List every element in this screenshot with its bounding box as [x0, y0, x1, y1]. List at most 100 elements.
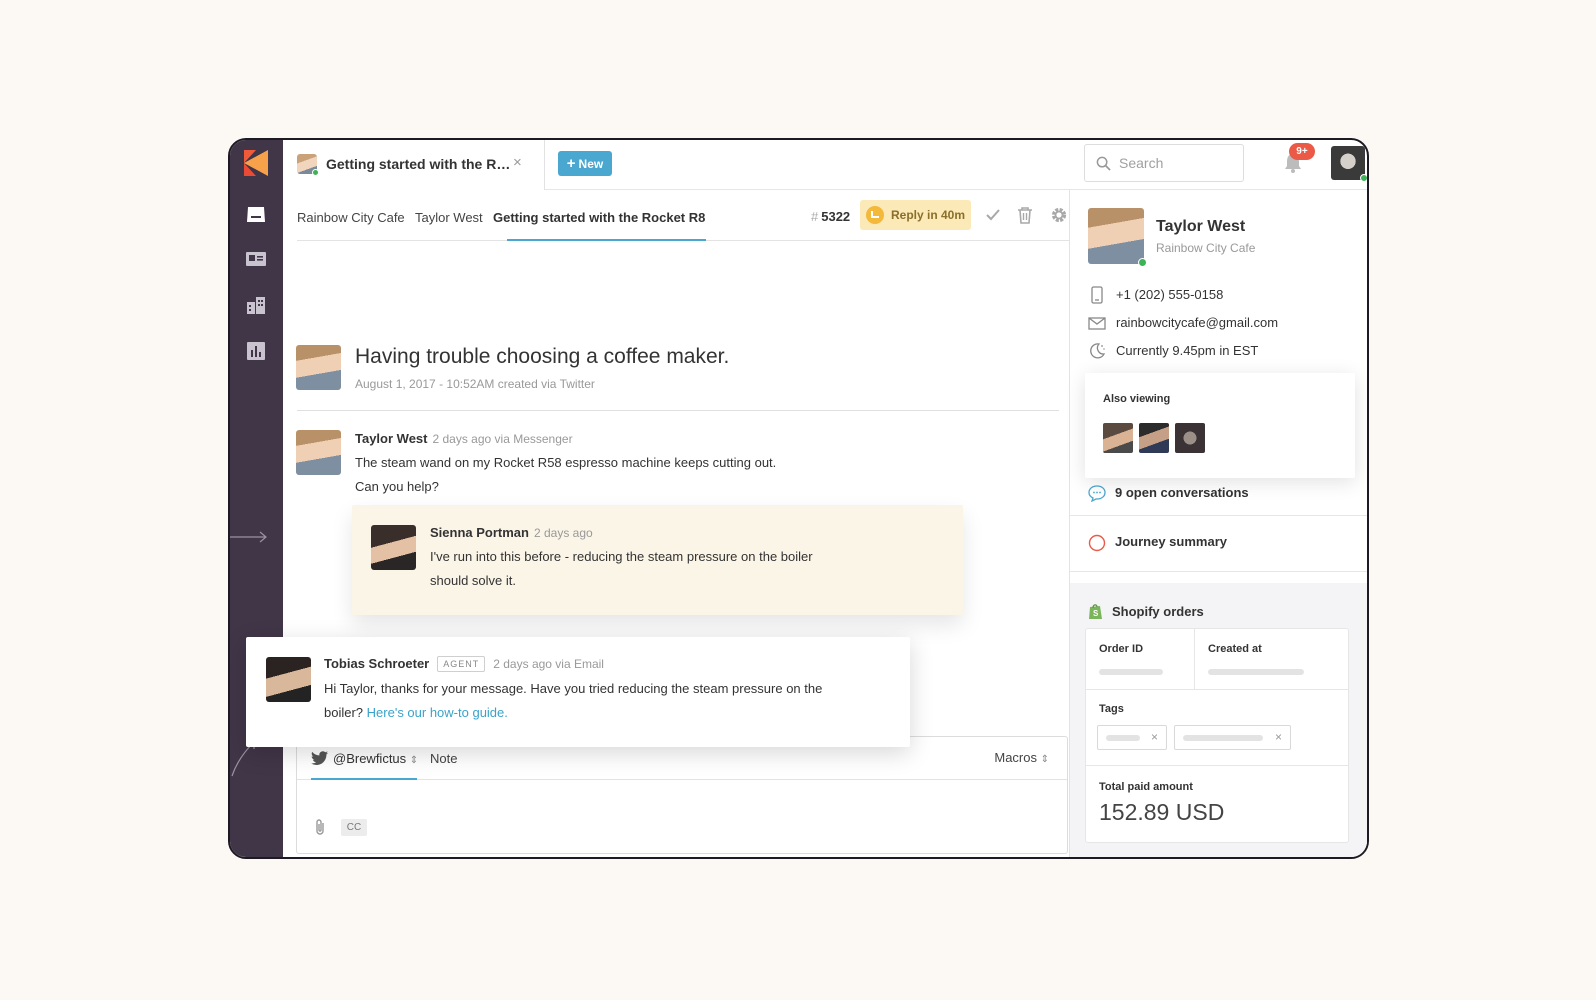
- agent-message-line: Hi Taylor, thanks for your message. Have…: [324, 681, 823, 696]
- note-author: Sienna Portman: [430, 525, 529, 540]
- note-tab[interactable]: Note: [430, 751, 457, 766]
- placeholder-bar: [1106, 735, 1140, 741]
- trash-icon[interactable]: [1015, 205, 1035, 225]
- internal-note-card: Sienna Portman 2 days ago I've run into t…: [352, 505, 963, 615]
- contact-card-icon[interactable]: [245, 248, 267, 270]
- caret-updown-icon: ⇕: [409, 755, 419, 766]
- macros-select[interactable]: Macros ⇕: [994, 750, 1049, 765]
- also-viewing-title: Also viewing: [1103, 393, 1171, 405]
- customer-name[interactable]: Taylor West: [1156, 218, 1245, 236]
- inbox-icon[interactable]: [245, 204, 267, 226]
- note-text-line: should solve it.: [430, 573, 516, 588]
- conversation-tab[interactable]: Getting started with the R… ×: [283, 140, 545, 190]
- customer-avatar: [296, 345, 341, 390]
- caret-updown-icon: ⇕: [1040, 754, 1049, 765]
- agent-avatar: [266, 657, 311, 702]
- chat-bubble-icon: [1088, 485, 1106, 502]
- channel-handle-select[interactable]: @Brewfictus ⇕: [333, 751, 418, 766]
- cc-button[interactable]: CC: [341, 819, 367, 836]
- conversation-meta: August 1, 2017 - 10:52AM created via Twi…: [355, 377, 595, 391]
- online-status-dot: [1360, 174, 1367, 182]
- agent-message-header: Tobias Schroeter AGENT 2 days ago via Emai…: [324, 655, 604, 673]
- sla-reply-badge[interactable]: Reply in 40m: [860, 200, 971, 230]
- active-tab-indicator: [507, 239, 706, 241]
- reports-icon[interactable]: [245, 340, 267, 362]
- new-button[interactable]: + New: [558, 151, 612, 176]
- total-paid-value: 152.89 USD: [1099, 799, 1225, 825]
- tag-chip[interactable]: ×: [1097, 725, 1167, 750]
- plus-icon: +: [566, 155, 576, 172]
- conversation-title: Having trouble choosing a coffee maker.: [355, 345, 730, 368]
- placeholder-bar: [1099, 669, 1163, 675]
- agent-message-line: boiler? Here's our how-to guide.: [324, 705, 508, 720]
- placeholder-bar: [1208, 669, 1304, 675]
- how-to-guide-link[interactable]: Here's our how-to guide.: [367, 705, 508, 720]
- gear-icon[interactable]: [1049, 205, 1069, 225]
- note-text-line: I've run into this before - reducing the…: [430, 549, 813, 564]
- kustomer-logo[interactable]: [244, 150, 268, 176]
- app-window: Getting started with the R… × +New 9+ Ra…: [228, 138, 1369, 859]
- agent-name: Tobias Schroeter: [324, 656, 430, 671]
- customer-company[interactable]: Rainbow City Cafe: [1156, 241, 1255, 255]
- message-avatar: [296, 430, 341, 475]
- viewer-avatar[interactable]: [1139, 423, 1169, 453]
- message-author: Taylor West: [355, 431, 428, 446]
- checkmark-icon[interactable]: [983, 205, 1003, 225]
- customer-phone[interactable]: +1 (202) 555-0158: [1116, 287, 1223, 302]
- customer-panel: Taylor West Rainbow City Cafe +1 (202) 5…: [1069, 190, 1367, 857]
- tab-title: Getting started with the R…: [326, 156, 511, 172]
- customer-local-time: Currently 9.45pm in EST: [1116, 343, 1259, 358]
- tag-chip[interactable]: ×: [1174, 725, 1291, 750]
- conversation-pane: Rainbow City Cafe Taylor West Getting st…: [246, 190, 1069, 857]
- divider: [1086, 765, 1348, 766]
- remove-tag-icon[interactable]: ×: [1151, 730, 1158, 744]
- shopify-orders-title: Shopify orders: [1112, 604, 1204, 619]
- online-status-dot: [312, 169, 319, 176]
- agent-message-meta: 2 days ago via Email: [493, 657, 604, 671]
- twitter-icon: [311, 751, 328, 765]
- message-text-line: The steam wand on my Rocket R58 espresso…: [355, 455, 777, 470]
- divider: [297, 410, 1059, 411]
- created-at-label: Created at: [1208, 643, 1262, 655]
- note-author-avatar: [371, 525, 416, 570]
- customer-email[interactable]: rainbowcitycafe@gmail.com: [1116, 315, 1278, 330]
- viewer-avatar[interactable]: [1175, 423, 1205, 453]
- placeholder-bar: [1183, 735, 1263, 741]
- open-conversations-label: 9 open conversations: [1115, 485, 1249, 500]
- message-meta: 2 days ago via Messenger: [432, 432, 573, 446]
- svg-text:S: S: [1093, 609, 1099, 618]
- order-id-cell: Order ID: [1086, 629, 1195, 689]
- order-id-label: Order ID: [1099, 643, 1144, 655]
- message-header: Taylor West 2 days ago via Messenger: [355, 430, 573, 448]
- agent-badge: AGENT: [437, 656, 486, 672]
- remove-tag-icon[interactable]: ×: [1275, 730, 1282, 744]
- company-icon[interactable]: [245, 294, 267, 316]
- arrow-right-icon: [230, 531, 267, 543]
- message-text-line: Can you help?: [355, 479, 439, 494]
- search-icon: [1096, 156, 1111, 171]
- paperclip-icon[interactable]: [313, 818, 327, 836]
- top-bar: Getting started with the R… × +New 9+: [283, 140, 1367, 190]
- close-icon[interactable]: ×: [513, 154, 522, 171]
- sla-reply-label: Reply in 40m: [891, 208, 966, 222]
- online-status-dot: [1138, 258, 1147, 267]
- viewer-avatar[interactable]: [1103, 423, 1133, 453]
- divider: [1086, 689, 1348, 690]
- note-meta: 2 days ago: [533, 526, 593, 540]
- notifications-badge: 9+: [1289, 143, 1315, 160]
- breadcrumb-company[interactable]: Rainbow City Cafe: [297, 210, 405, 225]
- ticket-number-value: 5322: [821, 209, 851, 224]
- search-input[interactable]: [1119, 153, 1234, 173]
- new-button-label: New: [578, 157, 604, 171]
- macros-label: Macros: [994, 750, 1037, 765]
- shopify-bag-icon: S: [1089, 604, 1102, 619]
- total-paid-label: Total paid amount: [1099, 781, 1193, 793]
- breadcrumb-conversation[interactable]: Getting started with the Rocket R8: [493, 210, 705, 225]
- journey-summary-row[interactable]: Journey summary: [1070, 516, 1367, 572]
- ticket-hash: #: [811, 209, 819, 224]
- journey-summary-label: Journey summary: [1115, 534, 1227, 549]
- breadcrumb-customer[interactable]: Taylor West: [415, 210, 483, 225]
- phone-icon: [1091, 286, 1103, 304]
- mail-icon: [1088, 317, 1106, 330]
- ticket-number: #5322: [811, 209, 850, 224]
